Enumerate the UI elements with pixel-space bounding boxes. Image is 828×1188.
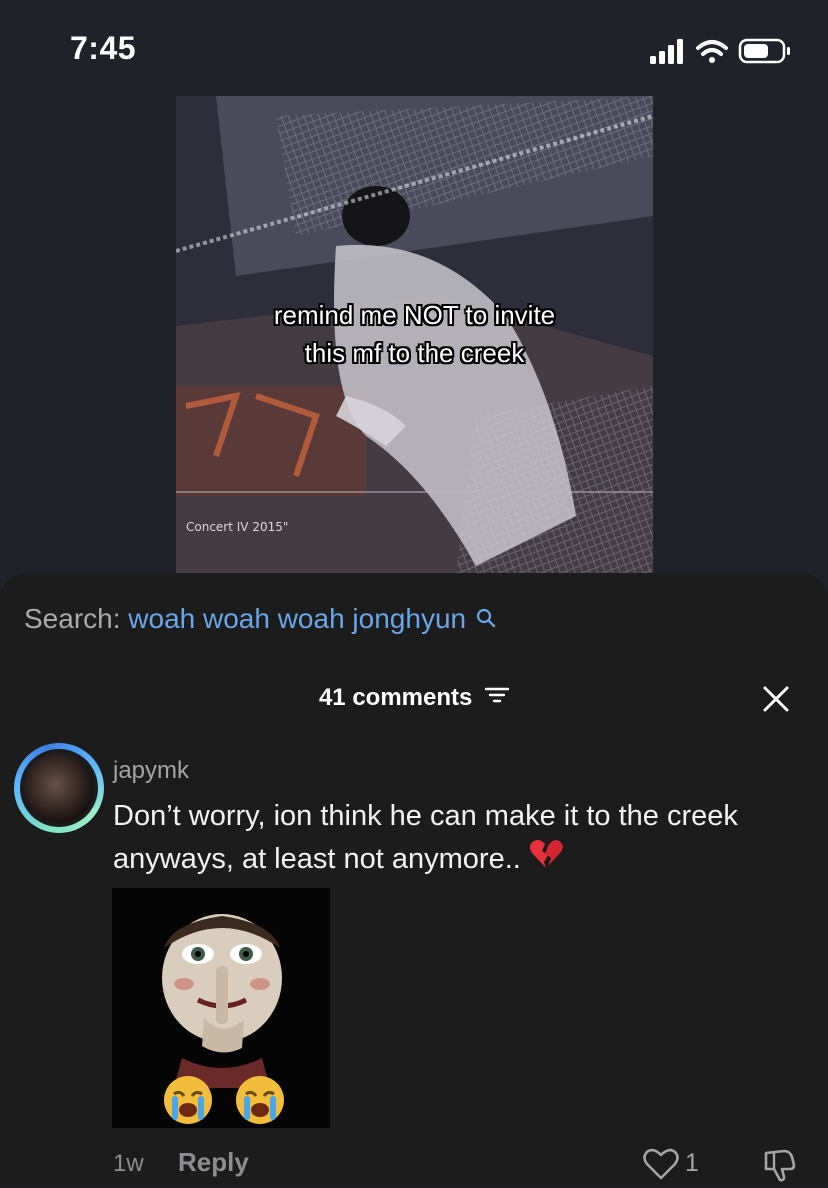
search-term-link[interactable]: woah woah woah jonghyun — [128, 603, 466, 634]
comment-username[interactable]: japymk — [113, 757, 189, 785]
comment-attached-image[interactable] — [112, 888, 330, 1128]
video-watermark: Concert IV 2015" — [186, 520, 289, 534]
comments-count: 41 comments — [318, 683, 473, 711]
close-icon — [763, 686, 789, 712]
search-prefix: Search: — [24, 603, 121, 634]
wifi-icon — [696, 40, 728, 63]
status-bar: 7:45 — [0, 0, 828, 100]
video-caption: remind me NOT to invite this mf to the c… — [176, 296, 653, 372]
status-icons — [650, 36, 794, 66]
video-frame[interactable]: remind me NOT to invite this mf to the c… — [176, 96, 653, 574]
search-icon — [476, 605, 496, 637]
search-suggestion[interactable]: Search: woah woah woah jonghyun — [24, 603, 496, 637]
comment-age: 1w — [113, 1150, 144, 1177]
battery-icon — [738, 38, 790, 64]
avatar-image — [24, 753, 94, 823]
thumbs-down-icon — [764, 1149, 796, 1182]
crying-face-icon — [236, 1076, 284, 1124]
puppet-image — [112, 888, 330, 1128]
caption-line-2: this mf to the creek — [304, 338, 525, 368]
comment-body: Don’t worry, ion think he can make it to… — [113, 800, 738, 875]
comment-text: Don’t worry, ion think he can make it to… — [113, 795, 753, 882]
filter-icon[interactable] — [484, 684, 510, 712]
status-time: 7:45 — [70, 30, 137, 66]
crying-face-icon — [164, 1076, 212, 1124]
reply-button[interactable]: Reply — [178, 1147, 249, 1178]
comments-header: 41 comments — [0, 683, 828, 712]
dislike-button[interactable] — [762, 1147, 798, 1188]
like-button[interactable]: 1 — [643, 1147, 699, 1181]
close-button[interactable] — [762, 685, 790, 713]
avatar-story-ring[interactable] — [14, 743, 104, 833]
caption-line-1: remind me NOT to invite — [273, 300, 556, 330]
broken-heart-icon — [529, 839, 563, 882]
avatar — [20, 749, 98, 827]
comments-sheet: Search: woah woah woah jonghyun 41 comme… — [0, 573, 828, 1187]
heart-icon — [643, 1148, 679, 1180]
like-count: 1 — [685, 1149, 699, 1177]
signal-icon — [650, 39, 683, 64]
